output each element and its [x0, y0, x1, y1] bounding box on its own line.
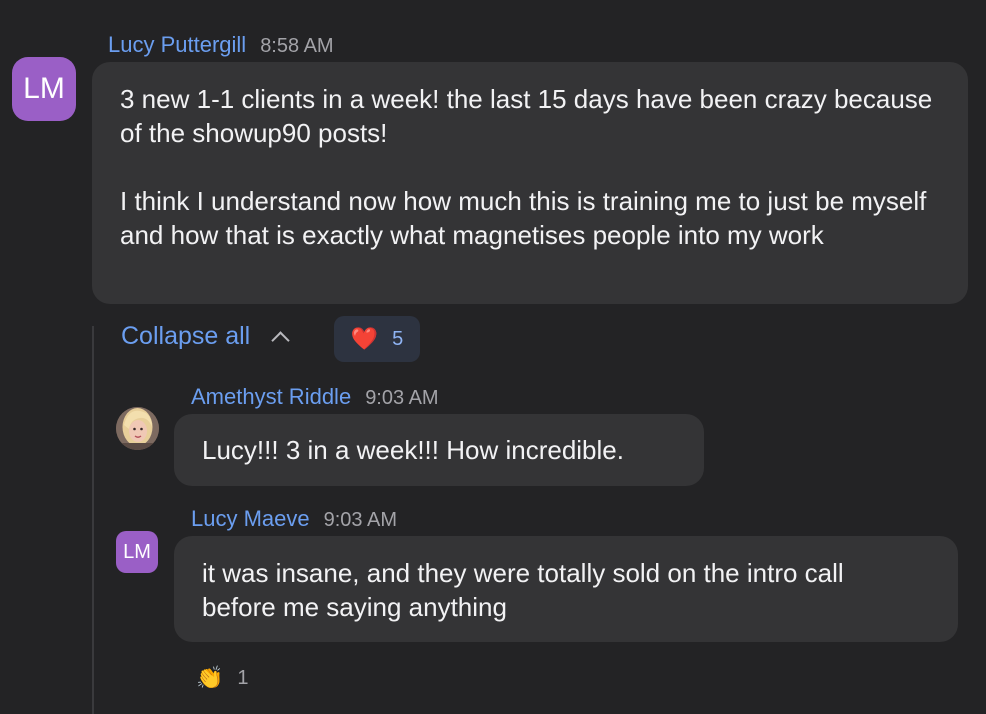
thread-line — [92, 326, 94, 714]
message-text: 3 new 1-1 clients in a week! the last 15… — [120, 84, 933, 148]
heart-icon: ❤️ — [350, 326, 379, 351]
avatar[interactable]: LM — [12, 57, 76, 121]
reply-header: Lucy Maeve 9:03 AM — [191, 506, 397, 532]
message-text: I think I understand now how much this i… — [120, 186, 927, 250]
clapping-hands-icon: 👏 — [196, 665, 224, 690]
reply-bubble: it was insane, and they were totally sol… — [174, 536, 958, 642]
collapse-all-label: Collapse all — [121, 322, 251, 350]
reaction-heart[interactable]: ❤️ 5 — [334, 316, 420, 362]
message-header: Lucy Puttergill 8:58 AM — [108, 32, 334, 58]
avatar[interactable] — [116, 407, 159, 450]
reply-bubble: Lucy!!! 3 in a week!!! How incredible. — [174, 414, 704, 486]
reply-header: Amethyst Riddle 9:03 AM — [191, 384, 439, 410]
chevron-up-icon — [271, 331, 290, 350]
collapse-all-button[interactable]: Collapse all — [121, 322, 290, 351]
reply-text-line: it was insane, and they were totally sol… — [202, 558, 844, 588]
author-name[interactable]: Lucy Maeve — [191, 506, 310, 532]
message-bubble: 3 new 1-1 clients in a week! the last 15… — [92, 62, 968, 304]
avatar[interactable]: LM — [116, 531, 158, 573]
timestamp: 9:03 AM — [323, 509, 398, 531]
author-name[interactable]: Lucy Puttergill — [108, 32, 246, 58]
reply-text: Lucy!!! 3 in a week!!! How incredible. — [202, 435, 624, 465]
reply-text-line: before me saying anything — [202, 592, 507, 622]
chat-thread: LM Lucy Puttergill 8:58 AM 3 new 1-1 cli… — [0, 0, 986, 714]
avatar-photo-image — [116, 407, 159, 450]
author-name[interactable]: Amethyst Riddle — [191, 384, 351, 410]
reaction-count: 1 — [237, 666, 249, 689]
reaction-count: 5 — [392, 327, 404, 350]
timestamp: 8:58 AM — [260, 35, 334, 57]
reaction-clap[interactable]: 👏 1 — [196, 658, 249, 698]
timestamp: 9:03 AM — [365, 387, 439, 409]
